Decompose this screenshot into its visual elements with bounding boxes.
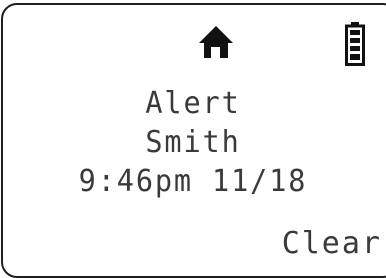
alert-timestamp: 9:46pm 11/18 xyxy=(78,164,308,199)
home-icon xyxy=(199,26,233,58)
alert-message: Alert Smith 9:46pm 11/18 xyxy=(0,84,386,201)
battery-full-icon xyxy=(345,22,365,66)
sender-name: Smith xyxy=(145,125,241,160)
clear-softkey[interactable]: Clear xyxy=(282,226,382,262)
alert-title: Alert xyxy=(145,86,241,121)
